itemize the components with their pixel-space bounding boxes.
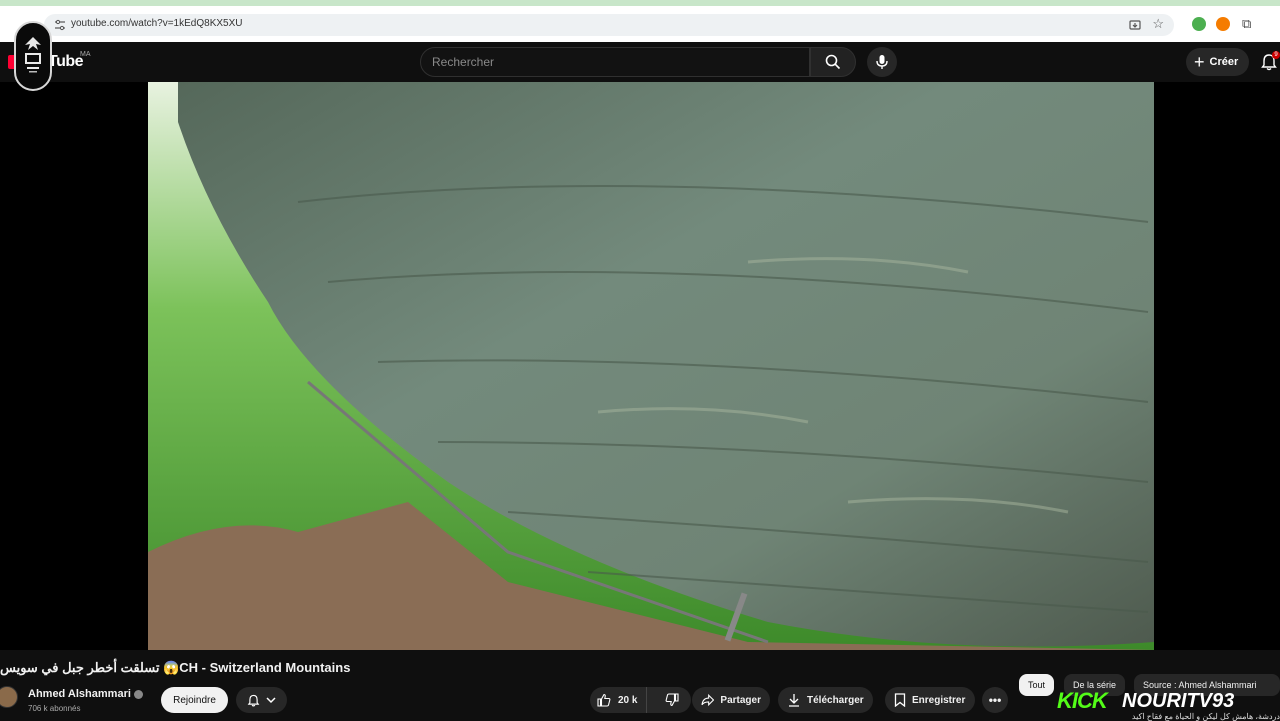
dislike-button[interactable]	[653, 687, 691, 713]
channel-avatar[interactable]	[0, 686, 18, 708]
install-app-icon[interactable]	[1128, 18, 1142, 32]
site-settings-icon[interactable]	[54, 19, 66, 31]
bookmark-star-icon[interactable]: ☆	[1152, 17, 1164, 31]
microphone-icon	[876, 55, 888, 69]
video-title: تسلقت أخطر جبل في سويس 😱CH - Switzerland…	[0, 660, 351, 675]
country-code: MA	[80, 51, 91, 58]
download-icon	[789, 694, 799, 707]
create-button[interactable]: + Créer	[1186, 48, 1249, 76]
browser-toolbar: youtube.com/watch?v=1kEdQ8KX5XU ☆ ⧉	[0, 0, 1280, 42]
notification-badge: 9	[1272, 51, 1280, 59]
subscriber-count: 706 k abonnés	[28, 704, 81, 713]
channel-name[interactable]: Ahmed Alshammari	[28, 688, 131, 700]
extensions-puzzle-icon[interactable]: ⧉	[1242, 17, 1256, 31]
download-button[interactable]: Télécharger	[778, 687, 873, 713]
download-label: Télécharger	[807, 694, 864, 706]
join-button[interactable]: Rejoindre	[161, 687, 228, 713]
more-horizontal-icon: •••	[988, 693, 1002, 707]
video-content-rock-image	[148, 82, 1154, 650]
youtube-header: Tube MA + Créer 9	[0, 21, 1280, 91]
youtube-wordmark[interactable]: Tube	[48, 53, 84, 71]
verified-badge-icon	[134, 690, 143, 699]
more-actions-button[interactable]: •••	[982, 687, 1008, 713]
like-count: 20 k	[618, 694, 638, 706]
video-frame[interactable]	[148, 82, 1154, 650]
url-text[interactable]: youtube.com/watch?v=1kEdQ8KX5XU	[71, 18, 242, 29]
extension-icon[interactable]	[1216, 17, 1230, 31]
plus-icon: +	[1194, 52, 1205, 72]
share-button[interactable]: Partager	[692, 687, 770, 713]
search-icon	[825, 54, 841, 70]
chevron-down-icon	[266, 697, 276, 704]
subscription-notifications-button[interactable]	[236, 687, 287, 713]
voice-search-button[interactable]	[867, 47, 897, 77]
share-label: Partager	[720, 694, 761, 706]
like-button[interactable]: 20 k	[590, 687, 647, 713]
search-button[interactable]	[810, 47, 856, 77]
thumbs-down-icon	[665, 693, 679, 707]
bookmark-icon	[894, 693, 906, 707]
video-player[interactable]	[0, 82, 1280, 650]
share-icon	[701, 693, 715, 707]
thumbs-up-icon	[597, 693, 611, 707]
extension-icon[interactable]	[1192, 17, 1206, 31]
kick-handle: NOURITV93	[1122, 690, 1235, 712]
search-input[interactable]	[432, 48, 792, 76]
address-bar[interactable]: youtube.com/watch?v=1kEdQ8KX5XU ☆	[44, 14, 1174, 36]
save-button[interactable]: Enregistrer	[885, 687, 975, 713]
kick-logo: KICK	[1057, 688, 1108, 713]
search-box[interactable]	[420, 47, 810, 77]
video-info: تسلقت أخطر جبل في سويس 😱CH - Switzerland…	[0, 650, 1280, 721]
channel-watermark-logo	[14, 21, 52, 91]
eagle-icon	[25, 37, 41, 73]
like-dislike-group: 20 k	[590, 687, 691, 713]
bell-icon	[247, 694, 260, 706]
create-label: Créer	[1209, 56, 1239, 68]
save-label: Enregistrer	[912, 694, 966, 706]
chip-all[interactable]: Tout	[1019, 674, 1055, 696]
